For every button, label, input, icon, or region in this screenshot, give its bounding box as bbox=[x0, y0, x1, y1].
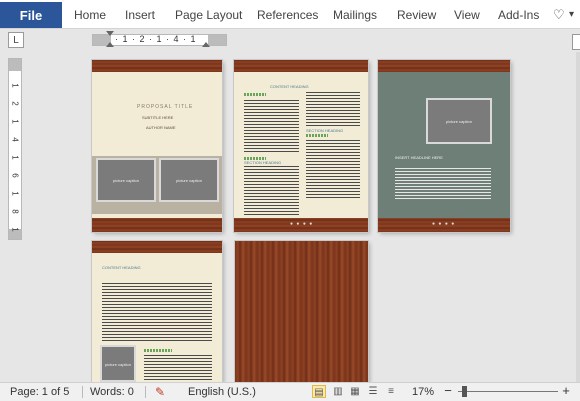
first-line-indent-marker[interactable] bbox=[106, 31, 114, 36]
page-dots: ● ● ● ● bbox=[432, 221, 456, 227]
text-column bbox=[306, 92, 360, 126]
tab-review[interactable]: Review bbox=[397, 0, 436, 28]
photo-caption: picture caption bbox=[445, 118, 472, 124]
ruler-toggle-button[interactable] bbox=[572, 34, 580, 50]
photo-caption: picture caption bbox=[112, 178, 139, 183]
word-count[interactable]: Words: 0 bbox=[90, 383, 134, 401]
vruler-number: 8 bbox=[10, 209, 20, 214]
tab-page-layout[interactable]: Page Layout bbox=[175, 0, 242, 28]
tab-insert[interactable]: Insert bbox=[125, 0, 155, 28]
vruler-number: 1 bbox=[10, 227, 20, 232]
text-column bbox=[306, 140, 360, 200]
cover-photo-2: picture caption bbox=[159, 158, 219, 202]
tab-selector-button[interactable]: L bbox=[8, 32, 24, 48]
tab-add-ins[interactable]: Add-Ins bbox=[498, 0, 539, 28]
page4-photo: picture caption bbox=[100, 345, 136, 382]
photo-caption: picture caption bbox=[104, 361, 131, 367]
summary-headline: INSERT HEADLINE HERE bbox=[395, 155, 443, 160]
outline-view-button[interactable]: ☰ bbox=[366, 385, 380, 398]
read-mode-view-button[interactable]: ▥ bbox=[331, 385, 345, 398]
zoom-slider-track[interactable] bbox=[458, 391, 558, 392]
print-layout-view-button[interactable]: ▤ bbox=[312, 385, 326, 398]
status-bar: Page: 1 of 5 Words: 0 ✎ English (U.S.) ▤… bbox=[0, 382, 580, 401]
text-column bbox=[102, 283, 212, 343]
web-layout-view-button[interactable]: ▦ bbox=[348, 385, 362, 398]
zoom-in-button[interactable]: + bbox=[559, 384, 573, 398]
section-heading: SECTION HEADING bbox=[306, 128, 344, 133]
page-thumbnail-5[interactable] bbox=[235, 241, 368, 382]
text-column bbox=[244, 100, 299, 152]
photo-caption: picture caption bbox=[175, 178, 202, 183]
page-thumbnail-2[interactable]: CONTENT HEADING SECTION HEADING SECTION … bbox=[234, 60, 368, 232]
section-heading: SECTION HEADING bbox=[244, 160, 282, 165]
chevron-down-icon[interactable]: ▾ bbox=[569, 0, 574, 28]
ruler-ticks: · 1 · 2 · 1 · 4 · 1 bbox=[115, 34, 197, 44]
vruler-number: 1 bbox=[10, 119, 20, 124]
decorative-divider bbox=[244, 93, 266, 96]
page-header-band bbox=[92, 241, 222, 253]
decorative-divider bbox=[306, 134, 328, 137]
zoom-slider-thumb[interactable] bbox=[462, 386, 467, 397]
content-heading: CONTENT HEADING bbox=[270, 84, 309, 89]
page-thumbnail-4[interactable]: CONTENT HEADING picture caption bbox=[92, 241, 222, 382]
status-divider bbox=[145, 386, 146, 398]
page-dots: ● ● ● ● bbox=[290, 221, 314, 227]
content-heading: CONTENT HEADING bbox=[102, 265, 141, 270]
cover-title: PROPOSAL TITLE bbox=[137, 104, 194, 110]
summary-text bbox=[395, 168, 491, 200]
heart-icon[interactable]: ♡ bbox=[553, 0, 565, 28]
proofing-icon[interactable]: ✎ bbox=[155, 383, 165, 401]
vertical-ruler[interactable]: 1 2 1 4 1 6 1 8 1 bbox=[8, 58, 22, 240]
page-header-band bbox=[92, 60, 222, 72]
zoom-out-button[interactable]: − bbox=[441, 384, 455, 398]
vruler-number: 2 bbox=[10, 101, 20, 106]
page-thumbnail-3[interactable]: picture caption INSERT HEADLINE HERE ● ●… bbox=[378, 60, 510, 232]
cover-author: AUTHOR NAME bbox=[146, 125, 176, 130]
hanging-indent-marker[interactable] bbox=[106, 42, 114, 47]
decorative-divider bbox=[144, 349, 172, 352]
text-column bbox=[144, 355, 212, 382]
summary-photo: picture caption bbox=[426, 98, 492, 144]
vruler-number: 6 bbox=[10, 173, 20, 178]
page-count[interactable]: Page: 1 of 5 bbox=[10, 383, 69, 401]
tab-view[interactable]: View bbox=[454, 0, 480, 28]
page-footer-band bbox=[92, 218, 222, 232]
ruler-right-margin bbox=[208, 35, 226, 45]
page-header-band bbox=[378, 60, 510, 72]
page-thumbnail-1[interactable]: PROPOSAL TITLE SUBTITLE HERE AUTHOR NAME… bbox=[92, 60, 222, 232]
tab-mailings[interactable]: Mailings bbox=[333, 0, 377, 28]
draft-view-button[interactable]: ≡ bbox=[384, 385, 398, 398]
vertical-scrollbar[interactable] bbox=[576, 52, 580, 382]
cover-photo-1: picture caption bbox=[96, 158, 156, 202]
right-indent-marker[interactable] bbox=[202, 42, 210, 47]
vruler-number: 1 bbox=[10, 191, 20, 196]
zoom-level[interactable]: 17% bbox=[412, 383, 434, 401]
vruler-top-margin bbox=[9, 59, 21, 71]
ribbon-tab-bar: File Home Insert Page Layout References … bbox=[0, 0, 580, 29]
text-column bbox=[244, 166, 299, 216]
cover-subtitle: SUBTITLE HERE bbox=[142, 115, 174, 120]
vruler-number: 1 bbox=[10, 83, 20, 88]
vruler-number: 4 bbox=[10, 137, 20, 142]
tab-home[interactable]: Home bbox=[74, 0, 106, 28]
page-footer-band: ● ● ● ● bbox=[234, 218, 368, 232]
language-indicator[interactable]: English (U.S.) bbox=[188, 383, 256, 401]
status-divider bbox=[82, 386, 83, 398]
file-tab[interactable]: File bbox=[0, 2, 62, 28]
tab-references[interactable]: References bbox=[257, 0, 318, 28]
ruler-bar: L · 1 · 2 · 1 · 4 · 1 bbox=[0, 29, 580, 51]
vruler-number: 1 bbox=[10, 155, 20, 160]
page-footer-band: ● ● ● ● bbox=[378, 218, 510, 232]
page-header-band bbox=[234, 60, 368, 72]
